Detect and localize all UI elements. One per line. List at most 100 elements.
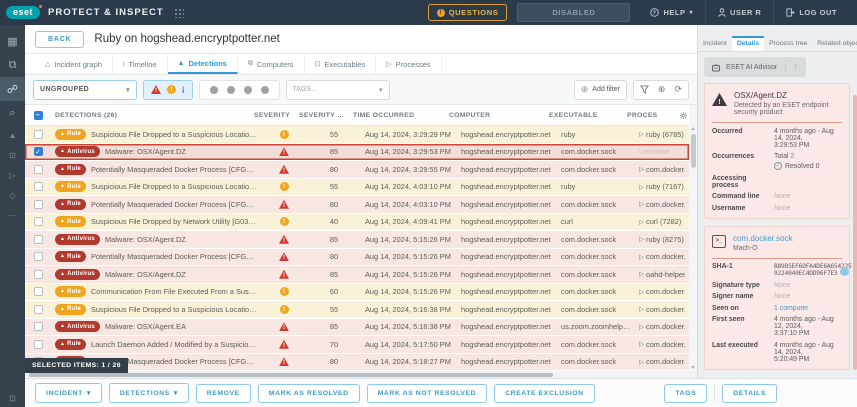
kebab-menu-icon[interactable]: ⋮: [785, 63, 799, 71]
tags-select[interactable]: TAGS...▾: [286, 80, 390, 100]
row-checkbox[interactable]: [34, 130, 43, 139]
col-computer[interactable]: COMPUTER: [445, 112, 545, 119]
critical-severity-icon[interactable]: !: [151, 85, 161, 94]
back-button[interactable]: BACK: [35, 31, 84, 48]
status-dots-filter[interactable]: [199, 80, 280, 100]
row-checkbox[interactable]: [34, 235, 43, 244]
row-checkbox[interactable]: [34, 182, 43, 191]
group-by-select[interactable]: UNGROUPED▾: [33, 80, 137, 100]
panel-tab-process-tree[interactable]: Process tree: [764, 36, 812, 51]
questions-button[interactable]: ! QUESTIONS: [428, 4, 508, 21]
table-row[interactable]: ▲RuleSuspicious File Dropped to a Suspic…: [25, 301, 689, 319]
incident-button[interactable]: INCIDENT▾: [35, 383, 102, 403]
table-vertical-scrollbar[interactable]: ▲▼: [689, 126, 697, 371]
status-dot-icon[interactable]: [210, 86, 218, 94]
process-name[interactable]: ruby (7167): [646, 182, 684, 191]
sidebar-item[interactable]: ⋯: [0, 205, 25, 225]
process-name[interactable]: curl (7282): [646, 217, 681, 226]
details-button[interactable]: DETAILS: [722, 384, 777, 403]
table-row[interactable]: ▲RuleSuspicious File Dropped by Network …: [25, 214, 689, 232]
panel-tab-related-objects[interactable]: Related objects: [812, 36, 857, 51]
table-row[interactable]: ▲RulePotentially Masqueraded Docker Proc…: [25, 161, 689, 179]
field-value-link[interactable]: 1 computer: [774, 305, 808, 312]
process-name[interactable]: ruby (8275): [646, 235, 684, 244]
tab-timeline[interactable]: iTimeline: [113, 54, 168, 74]
row-checkbox[interactable]: [34, 270, 43, 279]
status-dot-icon[interactable]: [244, 86, 252, 94]
total-count-link[interactable]: 2: [790, 153, 794, 160]
panel-tab-incident[interactable]: Incident: [698, 36, 732, 51]
eset-ai-advisor-button[interactable]: ESET AI Advisor ⋮: [704, 57, 806, 77]
row-checkbox[interactable]: [34, 322, 43, 331]
table-row[interactable]: ✓▲AntivirusMalware: OSX/Agent.DZ!85Aug 1…: [25, 144, 689, 162]
warning-severity-icon[interactable]: !: [167, 85, 176, 94]
table-row[interactable]: ▲AntivirusMalware: OSX/Agent.EA!85Aug 14…: [25, 319, 689, 337]
sidebar-item[interactable]: ▷: [0, 165, 25, 185]
panel-tab-details[interactable]: Details: [732, 36, 764, 51]
table-row[interactable]: ▲RuleCommunication From File Executed Fr…: [25, 284, 689, 302]
remove-button[interactable]: REMOVE: [196, 384, 251, 403]
table-row[interactable]: ▲RuleSuspicious File Dropped to a Suspic…: [25, 126, 689, 144]
collapse-icon[interactable]: ⊡: [9, 394, 16, 403]
process-name[interactable]: ruby (6785): [646, 130, 684, 139]
table-row[interactable]: ▲AntivirusMalware: OSX/Agent.DZ!85Aug 14…: [25, 266, 689, 284]
col-severity[interactable]: SEVERITY: [249, 112, 295, 119]
row-checkbox[interactable]: [34, 287, 43, 296]
mark-as-resolved-button[interactable]: MARK AS RESOLVED: [258, 384, 360, 403]
tab-computers[interactable]: ⧉Computers: [238, 54, 305, 74]
column-settings-gear-icon[interactable]: [677, 111, 689, 120]
row-checkbox[interactable]: [34, 305, 43, 314]
funnel-icon[interactable]: [640, 85, 649, 94]
add-filter-button[interactable]: ⊕ Add filter: [574, 80, 627, 100]
select-all-checkbox[interactable]: –: [34, 111, 43, 120]
table-row[interactable]: ▲RuleSuspicious File Dropped to a Suspic…: [25, 179, 689, 197]
detections-button[interactable]: DETECTIONS▾: [109, 383, 189, 403]
row-checkbox[interactable]: [34, 217, 43, 226]
row-checkbox[interactable]: [34, 200, 43, 209]
table-row[interactable]: ▲RulePotentially Masqueraded Docker Proc…: [25, 196, 689, 214]
mark-as-not-resolved-button[interactable]: MARK AS NOT RESOLVED: [367, 384, 487, 403]
col-time-occurred[interactable]: TIME OCCURRED: [349, 112, 445, 119]
row-checkbox[interactable]: [34, 252, 43, 261]
col-severity-score[interactable]: SEVERITY SCORE: [295, 112, 349, 119]
row-checkbox[interactable]: ✓: [34, 147, 43, 156]
process-name[interactable]: com.docker.: [646, 165, 685, 174]
user-menu[interactable]: USER R: [705, 0, 773, 25]
info-severity-icon[interactable]: i: [182, 85, 185, 95]
table-row[interactable]: ▲RulePotentially Masqueraded Docker Proc…: [25, 249, 689, 267]
status-dot-icon[interactable]: [227, 86, 235, 94]
process-name[interactable]: oahd-helper: [646, 270, 685, 279]
app-grid-icon[interactable]: [174, 8, 184, 18]
process-name[interactable]: com.docker.: [646, 305, 685, 314]
sidebar-item[interactable]: ⊡: [0, 145, 25, 165]
tab-incident-graph[interactable]: △Incident graph: [35, 54, 113, 74]
reputation-icon[interactable]: [840, 267, 849, 276]
status-dot-icon[interactable]: [261, 86, 269, 94]
process-name[interactable]: com.docker.: [646, 287, 685, 296]
disabled-button[interactable]: DISABLED: [517, 3, 630, 22]
sidebar-item[interactable]: ◇: [0, 185, 25, 205]
col-process[interactable]: PROCES: [623, 112, 677, 119]
process-name[interactable]: com.docker.: [646, 322, 685, 331]
sidebar-item[interactable]: ▦: [0, 29, 25, 53]
logout-button[interactable]: LOG OUT: [773, 0, 849, 25]
create-exclusion-button[interactable]: CREATE EXCLUSION: [494, 384, 595, 403]
process-name[interactable]: com.docker.: [646, 200, 685, 209]
tags-button[interactable]: TAGS: [664, 384, 707, 403]
sidebar-item[interactable]: ▲: [0, 125, 25, 145]
table-row[interactable]: ▲RuleLaunch Daemon Added / Modified by a…: [25, 336, 689, 354]
col-executable[interactable]: EXECUTABLE: [545, 112, 623, 119]
process-name[interactable]: com.docker.: [646, 340, 685, 349]
plus-circle-icon[interactable]: ⊕: [658, 84, 666, 95]
refresh-icon[interactable]: ⟳: [674, 84, 682, 95]
tab-detections[interactable]: ▲Detections: [168, 54, 238, 74]
severity-filter-group[interactable]: ! ! i: [143, 80, 193, 100]
tab-processes[interactable]: ▷Processes: [376, 54, 441, 74]
process-name[interactable]: com.docker.: [646, 252, 685, 261]
col-detections[interactable]: DETECTIONS (26): [51, 112, 249, 119]
tab-executables[interactable]: ⊡Executables: [305, 54, 377, 74]
table-row[interactable]: ▲AntivirusMalware: OSX/Agent.DZ!85Aug 14…: [25, 231, 689, 249]
executable-name-link[interactable]: com.docker.sock: [733, 234, 793, 243]
process-name[interactable]: com.docker.: [646, 357, 685, 366]
sidebar-item[interactable]: ☍: [0, 77, 25, 101]
